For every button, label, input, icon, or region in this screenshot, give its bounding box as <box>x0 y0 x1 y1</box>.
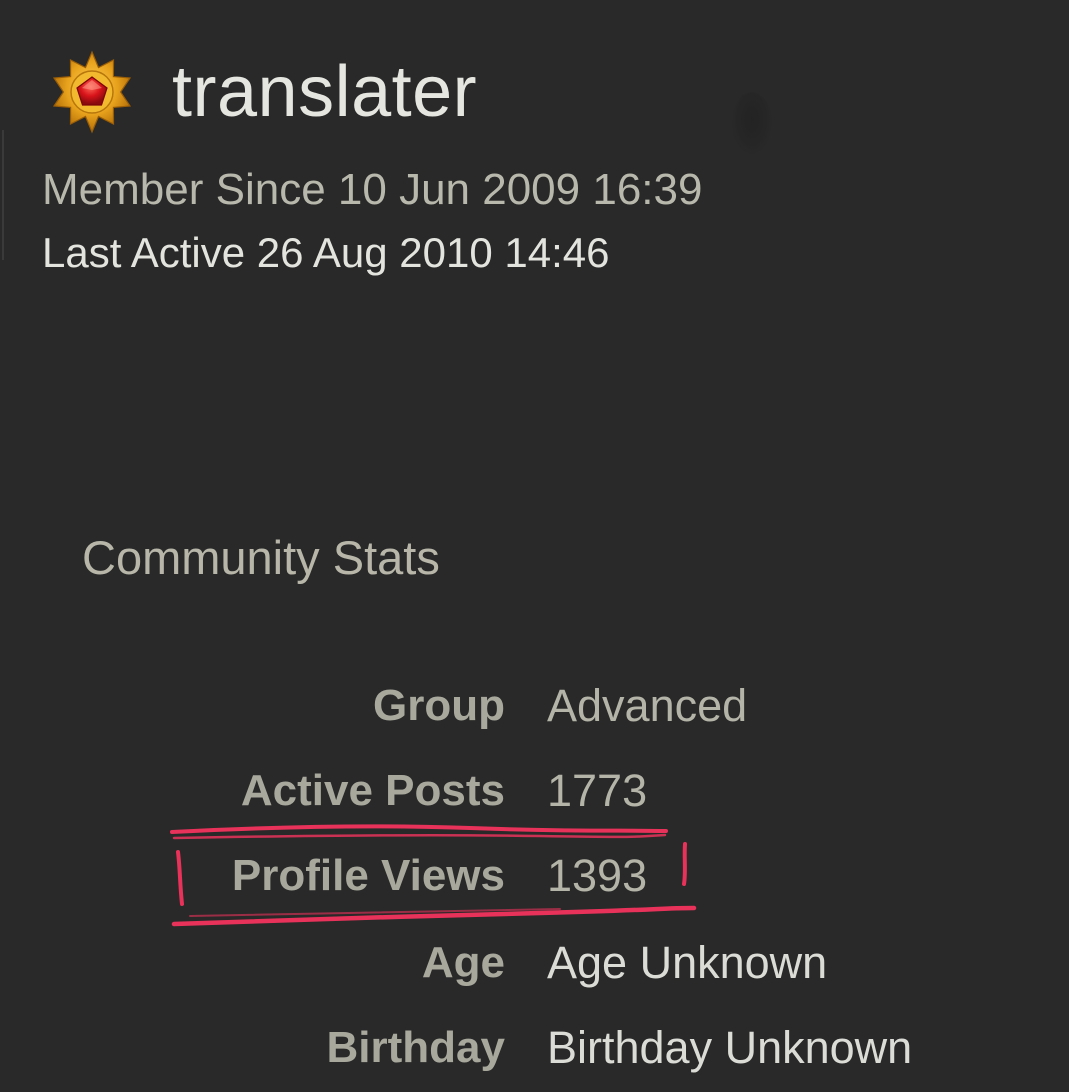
last-active: Last Active 26 Aug 2010 14:46 <box>42 228 609 278</box>
divider <box>2 130 4 260</box>
stat-label: Group <box>373 681 505 730</box>
background-shadow <box>732 92 772 154</box>
star-badge-icon <box>52 50 132 134</box>
stat-label: Profile Views <box>231 851 505 900</box>
stat-row-birthday: Birthday Birthday Unknown <box>0 1018 1069 1078</box>
member-since: Member Since 10 Jun 2009 16:39 <box>42 164 702 216</box>
stat-value: Birthday Unknown <box>547 1022 913 1073</box>
stat-label: Age <box>421 938 505 987</box>
stat-label: Birthday <box>326 1023 505 1072</box>
stat-row-group: Group Advanced <box>0 676 1069 736</box>
stat-row-profile-views: Profile Views 1393 <box>0 846 1069 906</box>
stat-value: Advanced <box>547 680 748 731</box>
stat-label: Active Posts <box>240 766 505 815</box>
profile-header: translater Member Since 10 Jun 2009 16:3… <box>0 0 1069 300</box>
stat-value: 1393 <box>547 850 648 901</box>
member-since-value: 10 Jun 2009 16:39 <box>337 165 703 214</box>
last-active-label: Last Active <box>42 229 246 276</box>
member-since-label: Member Since <box>42 165 326 214</box>
stat-value: Age Unknown <box>547 937 828 988</box>
stat-row-active-posts: Active Posts 1773 <box>0 761 1069 821</box>
username: translater <box>172 52 478 132</box>
stat-value: 1773 <box>547 765 648 816</box>
community-stats-title: Community Stats <box>82 531 440 584</box>
stat-row-age: Age Age Unknown <box>0 933 1069 993</box>
last-active-value: 26 Aug 2010 14:46 <box>256 229 610 276</box>
